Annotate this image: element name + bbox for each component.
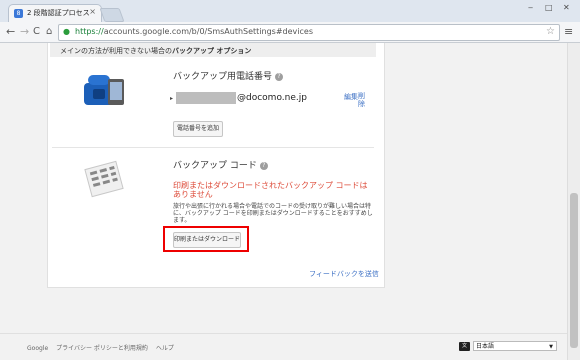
phone-icon [84,75,124,105]
backup-codes-description: 旅行や出張に行かれる場合や電話でのコードの受け取りが難しい場合は特に、バックアッ… [173,203,373,224]
browser-tab-strip: 8 2 段階認証プロセス × ‒ □ ✕ [0,0,580,23]
star-icon[interactable]: ☆ [546,26,555,37]
forward-icon[interactable]: → [20,25,29,38]
footer-divider [0,333,567,334]
masked-phone-value [176,92,236,104]
browser-tab[interactable]: 8 2 段階認証プロセス × [8,4,102,23]
browser-toolbar: ← → C ⌂ ● https://accounts.google.com/b/… [0,22,580,43]
backup-phone-row: ▸ @docomo.ne.jp 編集 削除 [170,92,375,108]
favicon-icon: 8 [14,9,23,18]
section-divider [52,147,374,148]
chevron-down-icon: ▼ [549,344,553,350]
backup-phone-title-text: バックアップ用電話番号 [173,72,273,82]
scrollbar[interactable] [567,43,580,360]
backup-codes-title: バックアップ コード? [173,158,268,171]
page-viewport: メインの方法が利用できない場合のバックアップ オプション バックアップ用電話番号… [0,43,567,360]
footer-help-link[interactable]: ヘルプ [156,345,174,352]
add-phone-button[interactable]: 電話番号を追加 [173,121,223,137]
help-icon[interactable]: ? [275,72,284,81]
footer-google: Google [27,345,49,352]
bullet-icon: ▸ [170,95,174,102]
maximize-icon[interactable]: □ [545,3,553,12]
back-icon[interactable]: ← [6,25,15,38]
window-close-icon[interactable]: ✕ [563,3,570,12]
menu-icon[interactable]: ≡ [564,25,573,38]
options-header-text: メインの方法が利用できない場合のバックアップ オプション [60,46,251,56]
minimize-icon[interactable]: ‒ [528,3,533,12]
options-header-bold: バックアップ オプション [172,47,252,55]
email-domain: @docomo.ne.jp [237,93,307,103]
url-scheme: https:// [75,27,104,36]
edit-link[interactable]: 編集 [344,92,358,102]
home-icon[interactable]: ⌂ [46,25,52,38]
scrollbar-thumb[interactable] [570,193,578,348]
language-icon: 文 [459,342,470,351]
address-bar[interactable]: ● https://accounts.google.com/b/0/SmsAut… [58,24,560,41]
delete-link[interactable]: 削除 [358,92,368,108]
url-text: https://accounts.google.com/b/0/SmsAuthS… [75,27,313,36]
language-value: 日本語 [476,343,495,350]
footer: Google プライバシー ポリシーと利用規約 ヘルプ [27,343,180,352]
help-icon[interactable]: ? [259,161,268,170]
tab-title: 2 段階認証プロセス [27,9,90,17]
footer-privacy-link[interactable]: プライバシー ポリシーと利用規約 [56,345,148,352]
backup-codes-icon [84,160,124,198]
language-select[interactable]: 日本語 ▼ [473,341,557,351]
print-download-button[interactable]: 印刷またはダウンロード [173,232,241,248]
backup-codes-title-text: バックアップ コード [173,161,257,171]
feedback-link[interactable]: フィードバックを送信 [309,269,379,279]
lock-icon: ● [63,27,70,36]
options-header-prefix: メインの方法が利用できない場合の [60,47,172,55]
url-path: accounts.google.com/b/0/SmsAuthSettings#… [103,27,313,36]
close-tab-icon[interactable]: × [89,7,96,16]
new-tab-button[interactable] [99,8,125,22]
reload-icon[interactable]: C [33,25,40,38]
backup-phone-title: バックアップ用電話番号? [173,69,284,82]
language-selector-area: 文 日本語 ▼ [459,341,559,353]
no-codes-warning: 印刷またはダウンロードされたバックアップ コードはありません [173,181,368,199]
